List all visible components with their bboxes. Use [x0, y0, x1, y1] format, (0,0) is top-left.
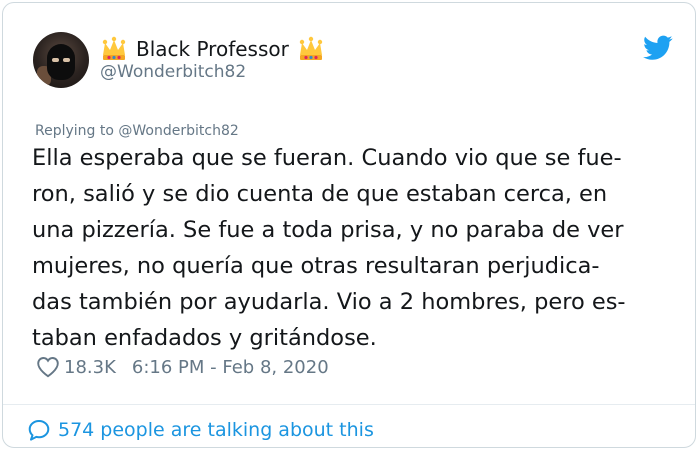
comment-bubble-icon	[28, 420, 50, 441]
tweet-meta: 18.3K 6:16 PM - Feb 8, 2020	[36, 352, 329, 382]
heart-icon[interactable]	[36, 356, 60, 378]
twitter-bird-icon[interactable]	[643, 35, 673, 61]
like-count[interactable]: 18.3K	[64, 357, 116, 378]
author-name-row[interactable]: Black Professor	[100, 34, 325, 64]
conversation-link[interactable]: 574 people are talking about this	[27, 416, 374, 444]
avatar[interactable]	[33, 32, 89, 88]
replying-to-mention[interactable]: @Wonderbitch82	[118, 123, 238, 139]
tweet-card: Black Professor @Wonderbitch82 Replying …	[2, 2, 696, 448]
talking-about-text[interactable]: 574 people are talking about this	[58, 419, 374, 441]
divider	[3, 404, 695, 405]
crown-icon	[102, 36, 126, 60]
author-name[interactable]: Black Professor	[136, 37, 289, 61]
author-handle[interactable]: @Wonderbitch82	[100, 62, 246, 82]
crown-icon	[299, 36, 323, 60]
tweet-text: Ella esperaba que se fueran. Cuando vio …	[32, 145, 626, 351]
replying-to-line: Replying to @Wonderbitch82	[35, 123, 239, 139]
replying-prefix: Replying to	[35, 123, 114, 139]
timestamp[interactable]: 6:16 PM - Feb 8, 2020	[132, 357, 329, 378]
